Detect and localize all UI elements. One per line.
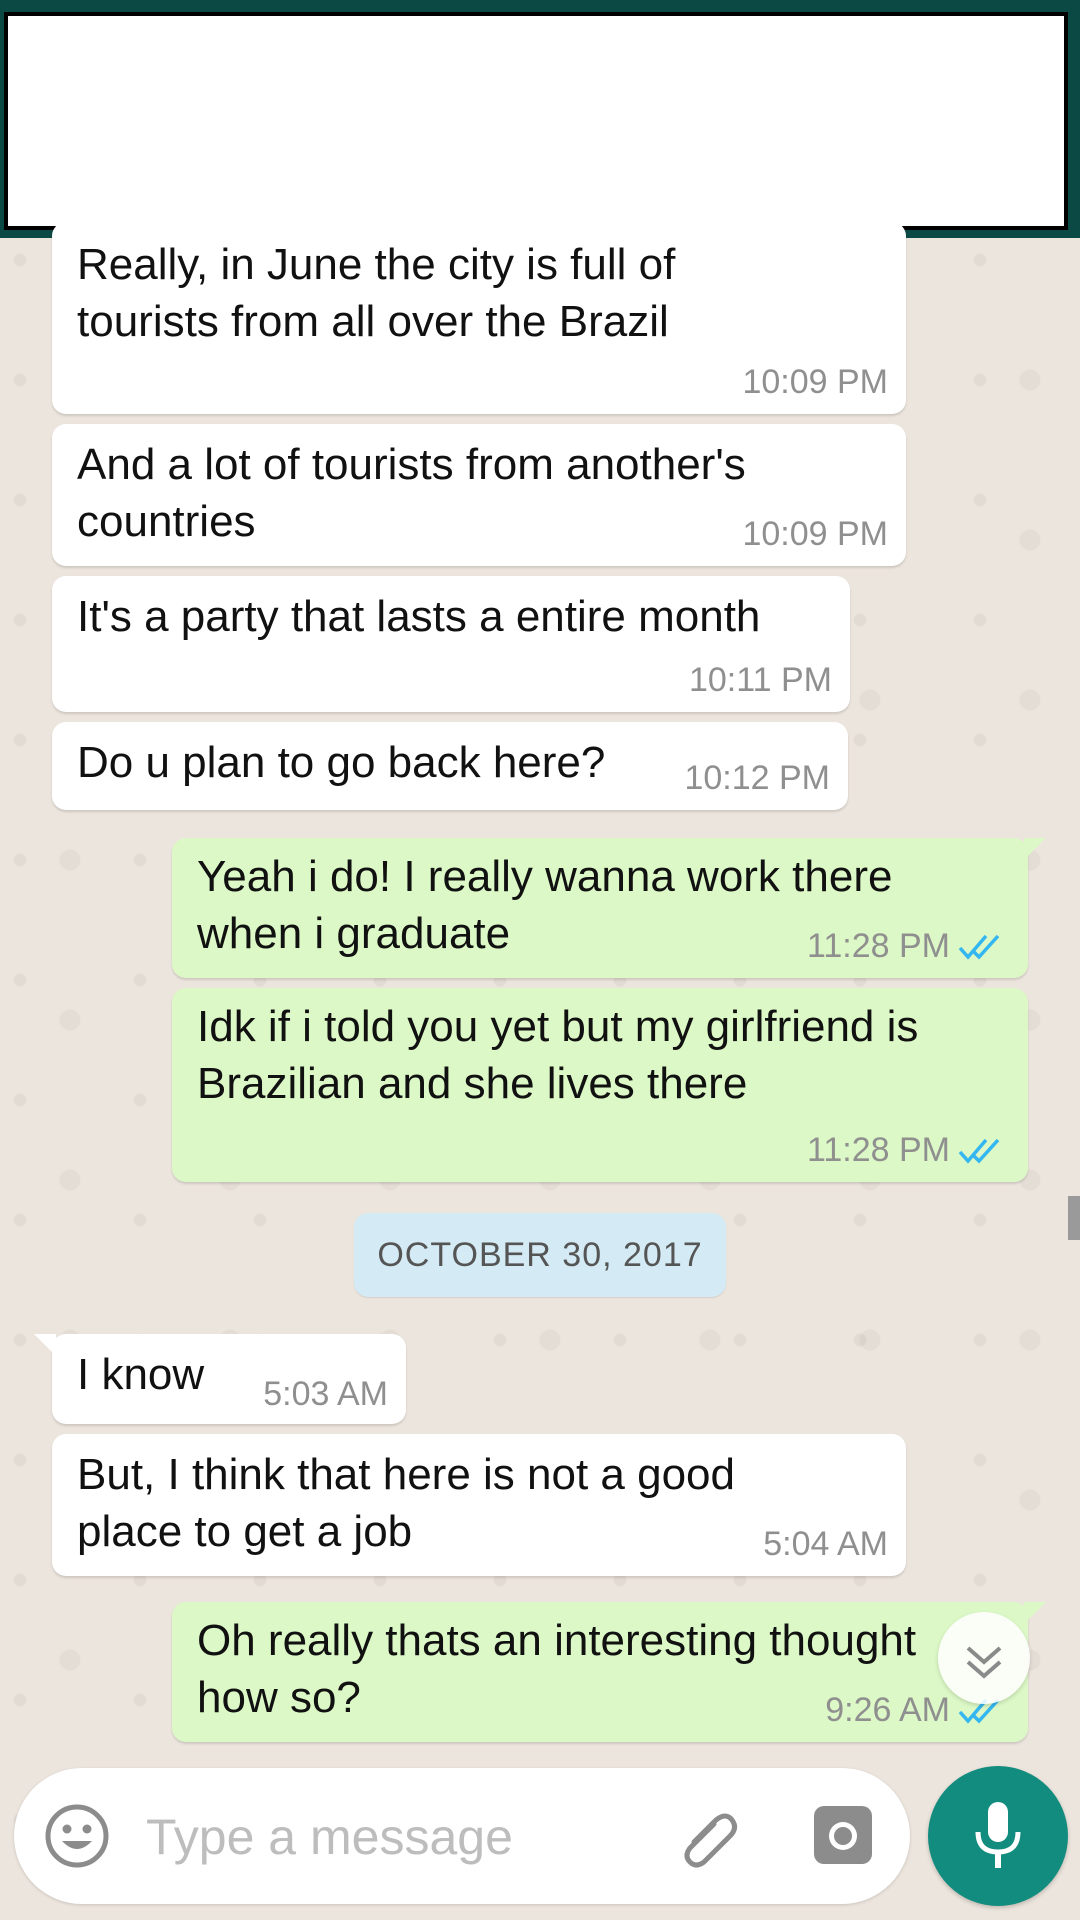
message-text: It's a party that lasts a entire month — [77, 592, 761, 641]
message-bubble-incoming[interactable]: It's a party that lasts a entire month 1… — [52, 576, 850, 712]
message-bubble-outgoing[interactable]: Yeah i do! I really wanna work there whe… — [172, 838, 1046, 978]
redacted-header — [4, 12, 1068, 230]
camera-icon[interactable] — [810, 1802, 876, 1868]
message-time: 11:28 PM — [806, 1131, 950, 1169]
message-time: 5:04 AM — [763, 1525, 888, 1563]
message-text: And a lot of tourists from another's cou… — [77, 440, 746, 546]
bubble-tail — [34, 1334, 56, 1356]
message-text: I know — [77, 1350, 205, 1399]
message-text: But, I think that here is not a good pla… — [77, 1450, 735, 1556]
message-time: 10:12 PM — [684, 759, 830, 797]
bubble-tail — [1024, 838, 1046, 860]
emoji-icon[interactable] — [44, 1803, 110, 1869]
message-time: 5:03 AM — [263, 1375, 388, 1413]
message-input[interactable]: Type a message — [146, 1808, 513, 1866]
scrollbar-thumb[interactable] — [1068, 1196, 1080, 1240]
message-time: 10:11 PM — [688, 661, 832, 699]
message-bubble-outgoing[interactable]: Oh really thats an interesting thought h… — [172, 1602, 1046, 1742]
message-time: 10:09 PM — [742, 363, 888, 401]
message-bubble-incoming[interactable]: Really, in June the city is full of tour… — [52, 222, 906, 414]
message-time: 10:09 PM — [742, 515, 888, 553]
message-composer[interactable]: Type a message — [14, 1768, 910, 1904]
chevron-double-down-icon — [966, 1646, 1002, 1679]
message-bubble-incoming[interactable]: Do u plan to go back here? 10:12 PM — [52, 722, 848, 810]
microphone-button[interactable] — [928, 1766, 1068, 1906]
header-bar — [0, 0, 1080, 238]
paperclip-icon[interactable] — [674, 1802, 744, 1872]
date-separator: OCTOBER 30, 2017 — [354, 1213, 726, 1297]
scroll-to-bottom-button[interactable] — [938, 1612, 1030, 1704]
message-bubble-incoming[interactable]: But, I think that here is not a good pla… — [52, 1434, 906, 1576]
message-time: 11:28 PM — [806, 927, 950, 965]
read-ticks-icon — [958, 934, 1000, 960]
message-time: 9:26 AM — [825, 1691, 950, 1729]
message-bubble-incoming[interactable]: I know 5:03 AM — [34, 1334, 406, 1424]
microphone-icon — [975, 1802, 1021, 1868]
message-text: Do u plan to go back here? — [77, 738, 606, 787]
message-text: Really, in June the city is full of tour… — [77, 240, 676, 346]
read-ticks-icon — [958, 1138, 1000, 1164]
message-text: Oh really thats an interesting thought h… — [197, 1616, 917, 1722]
message-text: Idk if i told you yet but my girlfriend … — [197, 1002, 919, 1108]
message-text: Yeah i do! I really wanna work there whe… — [197, 852, 893, 958]
message-bubble-outgoing[interactable]: Idk if i told you yet but my girlfriend … — [172, 988, 1028, 1182]
message-bubble-incoming[interactable]: And a lot of tourists from another's cou… — [52, 424, 906, 566]
